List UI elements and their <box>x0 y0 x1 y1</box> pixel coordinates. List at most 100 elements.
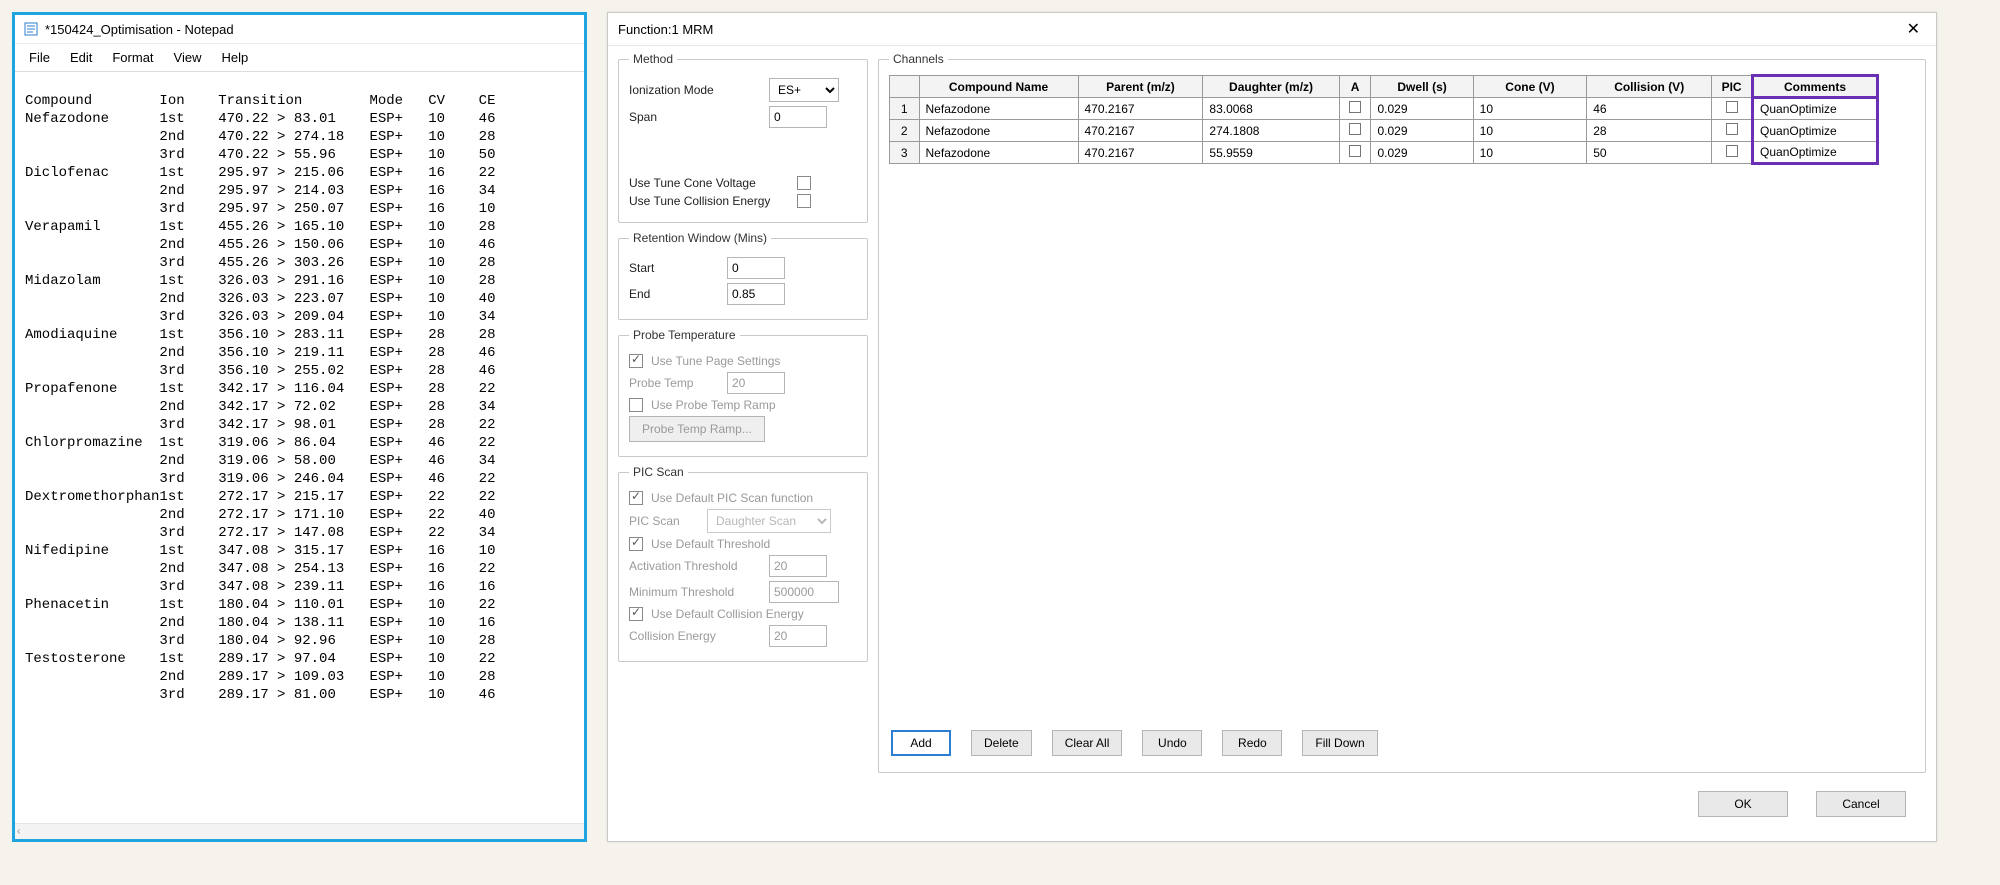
table-row[interactable]: 1Nefazodone470.216783.0068 0.0291046 QuanO… <box>890 98 1878 120</box>
cell[interactable]: 0.029 <box>1371 142 1473 164</box>
cell[interactable] <box>1339 98 1371 120</box>
probe-group: Probe Temperature Use Tune Page Settings… <box>618 328 868 457</box>
notepad-titlebar: *150424_Optimisation - Notepad <box>15 15 584 44</box>
collision-energy-input <box>769 625 827 647</box>
use-default-ce-checkbox[interactable] <box>629 607 643 621</box>
end-input[interactable] <box>727 283 785 305</box>
picscan-legend: PIC Scan <box>629 465 688 479</box>
fill-down-button[interactable]: Fill Down <box>1302 730 1377 756</box>
cell[interactable] <box>1339 142 1371 164</box>
cell[interactable] <box>1339 120 1371 142</box>
cell[interactable]: 470.2167 <box>1078 142 1203 164</box>
col-header[interactable]: Cone (V) <box>1473 76 1587 98</box>
channels-legend: Channels <box>889 52 948 66</box>
channels-table[interactable]: Compound NameParent (m/z)Daughter (m/z)A… <box>889 74 1879 165</box>
cell[interactable]: 10 <box>1473 142 1587 164</box>
table-row[interactable]: 2Nefazodone470.2167274.1808 0.0291028 Quan… <box>890 120 1878 142</box>
col-header[interactable] <box>890 76 920 98</box>
collision-energy-label: Collision Energy <box>629 629 761 643</box>
col-header[interactable]: Collision (V) <box>1587 76 1712 98</box>
use-tune-page-checkbox[interactable] <box>629 354 643 368</box>
add-button[interactable]: Add <box>891 730 951 756</box>
cell[interactable]: 470.2167 <box>1078 98 1203 120</box>
cell[interactable]: 28 <box>1587 120 1712 142</box>
use-tune-collision-checkbox[interactable] <box>797 194 811 208</box>
col-header[interactable]: Compound Name <box>919 76 1078 98</box>
function-dialog: Function:1 MRM ✕ Method Ionization Mode … <box>607 12 1937 842</box>
menu-format[interactable]: Format <box>104 48 161 67</box>
use-default-pic-checkbox[interactable] <box>629 491 643 505</box>
cell[interactable]: 0.029 <box>1371 120 1473 142</box>
menu-file[interactable]: File <box>21 48 58 67</box>
probe-temp-input <box>727 372 785 394</box>
notepad-menu: File Edit Format View Help <box>15 44 584 72</box>
cell[interactable]: Nefazodone <box>919 142 1078 164</box>
cancel-button[interactable]: Cancel <box>1816 791 1906 817</box>
cell[interactable]: QuanOptimize <box>1753 120 1878 142</box>
table-row[interactable]: 3Nefazodone470.216755.9559 0.0291050 QuanO… <box>890 142 1878 164</box>
method-legend: Method <box>629 52 677 66</box>
notepad-window: *150424_Optimisation - Notepad File Edit… <box>12 12 587 842</box>
cell[interactable]: 1 <box>890 98 920 120</box>
cell[interactable]: 470.2167 <box>1078 120 1203 142</box>
cell[interactable]: 2 <box>890 120 920 142</box>
undo-button[interactable]: Undo <box>1142 730 1202 756</box>
activation-threshold-input <box>769 555 827 577</box>
cell[interactable]: 274.1808 <box>1203 120 1339 142</box>
menu-edit[interactable]: Edit <box>62 48 100 67</box>
notepad-hscroll[interactable]: ‹ <box>15 823 584 839</box>
use-default-threshold-checkbox[interactable] <box>629 537 643 551</box>
cell[interactable]: 55.9559 <box>1203 142 1339 164</box>
col-header[interactable]: Comments <box>1753 76 1878 98</box>
probe-temp-ramp-button: Probe Temp Ramp... <box>629 416 765 442</box>
cell[interactable]: 50 <box>1587 142 1712 164</box>
cell[interactable]: Nefazodone <box>919 98 1078 120</box>
cell[interactable] <box>1712 142 1753 164</box>
menu-view[interactable]: View <box>166 48 210 67</box>
ionization-mode-select[interactable]: ES+ <box>769 78 839 102</box>
cell[interactable]: Nefazodone <box>919 120 1078 142</box>
redo-button[interactable]: Redo <box>1222 730 1282 756</box>
probe-legend: Probe Temperature <box>629 328 740 342</box>
end-label: End <box>629 287 719 301</box>
col-header[interactable]: Daughter (m/z) <box>1203 76 1339 98</box>
notepad-textarea[interactable]: Compound Ion Transition Mode CV CE Nefaz… <box>15 72 584 823</box>
close-icon[interactable]: ✕ <box>1901 19 1926 39</box>
ok-button[interactable]: OK <box>1698 791 1788 817</box>
retention-legend: Retention Window (Mins) <box>629 231 771 245</box>
col-header[interactable]: PIC <box>1712 76 1753 98</box>
col-header[interactable]: Parent (m/z) <box>1078 76 1203 98</box>
delete-button[interactable]: Delete <box>971 730 1032 756</box>
minimum-threshold-label: Minimum Threshold <box>629 585 761 599</box>
cell[interactable]: QuanOptimize <box>1753 98 1878 120</box>
span-input[interactable] <box>769 106 827 128</box>
cell[interactable]: 46 <box>1587 98 1712 120</box>
pic-scan-label: PIC Scan <box>629 514 699 528</box>
notepad-icon <box>23 21 39 37</box>
span-label: Span <box>629 110 761 124</box>
use-default-ce-label: Use Default Collision Energy <box>651 607 857 621</box>
cell[interactable]: 3 <box>890 142 920 164</box>
activation-threshold-label: Activation Threshold <box>629 559 761 573</box>
cell[interactable]: 0.029 <box>1371 98 1473 120</box>
use-tune-cone-checkbox[interactable] <box>797 176 811 190</box>
col-header[interactable]: Dwell (s) <box>1371 76 1473 98</box>
pic-scan-select: Daughter Scan <box>707 509 831 533</box>
picscan-group: PIC Scan Use Default PIC Scan function P… <box>618 465 868 662</box>
use-tune-page-label: Use Tune Page Settings <box>651 354 857 368</box>
cell[interactable] <box>1712 120 1753 142</box>
cell[interactable] <box>1712 98 1753 120</box>
use-tune-cone-label: Use Tune Cone Voltage <box>629 176 789 190</box>
ionization-mode-label: Ionization Mode <box>629 83 761 97</box>
use-default-threshold-label: Use Default Threshold <box>651 537 857 551</box>
clear-all-button[interactable]: Clear All <box>1052 730 1123 756</box>
retention-group: Retention Window (Mins) Start End <box>618 231 868 320</box>
cell[interactable]: 10 <box>1473 120 1587 142</box>
start-input[interactable] <box>727 257 785 279</box>
cell[interactable]: 83.0068 <box>1203 98 1339 120</box>
menu-help[interactable]: Help <box>213 48 256 67</box>
cell[interactable]: 10 <box>1473 98 1587 120</box>
cell[interactable]: QuanOptimize <box>1753 142 1878 164</box>
col-header[interactable]: A <box>1339 76 1371 98</box>
dialog-title-text: Function:1 MRM <box>618 22 713 37</box>
